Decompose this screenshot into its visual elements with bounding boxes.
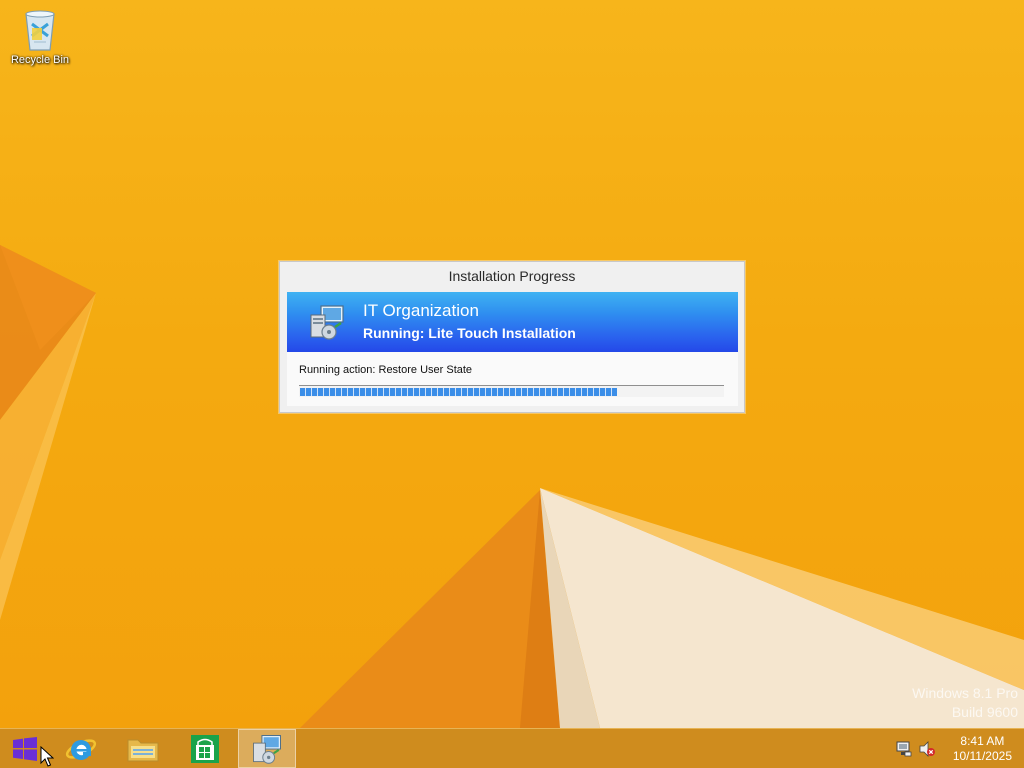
taskbar-file-explorer-button[interactable] (114, 729, 172, 768)
deployment-computer-icon (253, 734, 281, 764)
internet-explorer-icon (65, 738, 97, 760)
taskbar-store-button[interactable] (176, 729, 234, 768)
recycle-bin-label: Recycle Bin (10, 54, 70, 66)
volume-muted-icon[interactable] (919, 741, 935, 757)
dialog-title: Installation Progress (448, 268, 576, 284)
installation-status: Running: Lite Touch Installation (363, 325, 576, 341)
recycle-bin-desktop-icon[interactable]: Recycle Bin (4, 6, 76, 78)
taskbar-clock[interactable]: 8:41 AM 10/11/2025 (953, 734, 1012, 764)
dialog-body: Running action: Restore User State (287, 352, 738, 406)
windows-version-watermark: Windows 8.1 Pro Build 9600 (912, 684, 1018, 722)
recycle-bin-icon (25, 10, 55, 51)
installation-progress-dialog: Installation Progress IT Organization Ru… (279, 261, 745, 413)
taskbar-internet-explorer-button[interactable] (52, 729, 110, 768)
store-icon (191, 734, 219, 763)
progress-bar (299, 385, 724, 397)
clock-date: 10/11/2025 (952, 749, 1012, 763)
taskbar-deployment-button[interactable] (238, 729, 296, 768)
desktop: Recycle Bin Installation Progress IT Org… (0, 0, 1024, 768)
taskbar: 8:41 AM 10/11/2025 (0, 728, 1024, 768)
organization-name: IT Organization (363, 301, 479, 320)
folder-icon (127, 739, 159, 761)
mouse-cursor-icon (40, 746, 54, 767)
system-tray: 8:41 AM 10/11/2025 (894, 729, 1024, 768)
windows-logo-icon (13, 736, 37, 761)
network-icon[interactable] (896, 741, 912, 757)
progress-bar-fill (300, 388, 617, 396)
current-action-text: Running action: Restore User State (299, 364, 473, 376)
watermark-build: Build 9600 (951, 704, 1018, 720)
dialog-banner: IT Organization Running: Lite Touch Inst… (287, 292, 738, 352)
clock-time: 8:41 AM (960, 734, 1005, 748)
watermark-edition: Windows 8.1 Pro (912, 685, 1018, 701)
deployment-computer-icon (310, 305, 344, 340)
